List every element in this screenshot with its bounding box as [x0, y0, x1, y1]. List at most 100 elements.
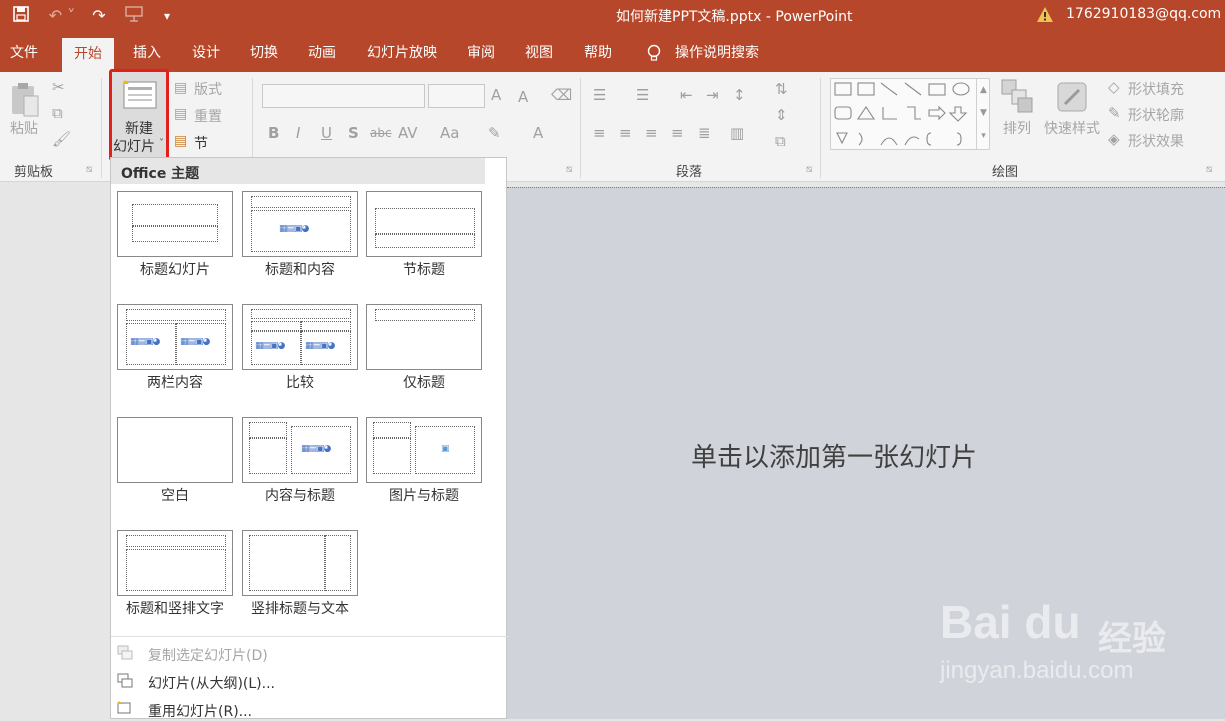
watermark-logo: Bai du	[940, 596, 1081, 648]
content-icons: ▦▤▣◕	[180, 337, 210, 347]
increase-indent-icon[interactable]: ⇥	[706, 86, 719, 104]
cut-icon[interactable]: ✂	[52, 78, 65, 96]
numbering-icon[interactable]: ☰	[636, 86, 649, 104]
dialog-launcher-icon[interactable]: ⧅	[806, 164, 812, 175]
arrange-icon[interactable]	[1000, 78, 1034, 118]
tab-design[interactable]: 设计	[192, 42, 220, 64]
shape-fill-button[interactable]: 形状填充	[1128, 79, 1184, 99]
decrease-indent-icon[interactable]: ⇤	[680, 86, 693, 104]
strikethrough-icon[interactable]: abc	[370, 126, 392, 140]
font-color-icon[interactable]: A	[533, 124, 543, 142]
layout-button[interactable]: 版式	[194, 79, 222, 99]
paste-icon[interactable]	[8, 80, 42, 120]
reuse-icon	[117, 701, 133, 717]
shapes-gallery[interactable]: ▲ ▼ ▾	[830, 78, 990, 150]
reset-button[interactable]: 重置	[194, 106, 222, 126]
justify-icon[interactable]: ≡	[671, 124, 684, 142]
underline-icon[interactable]: U	[321, 124, 332, 142]
slides-from-outline-item[interactable]: 幻灯片(从大纲)(L)...	[111, 671, 508, 693]
quick-styles-button[interactable]: 快速样式	[1044, 118, 1100, 138]
bold-icon[interactable]: B	[268, 124, 279, 142]
dialog-launcher-icon[interactable]: ⧅	[86, 164, 92, 175]
tab-transitions[interactable]: 切换	[250, 42, 278, 64]
shadow-icon[interactable]: S	[348, 124, 359, 142]
tab-insert[interactable]: 插入	[133, 42, 161, 64]
clipboard-group-label: 剪贴板	[14, 165, 54, 180]
customize-qat-icon[interactable]: ▾	[160, 5, 174, 27]
reuse-slides-item[interactable]: 重用幻灯片(R)...	[111, 699, 508, 721]
char-spacing-icon[interactable]: AV	[398, 124, 418, 142]
tell-me-search[interactable]: 操作说明搜索	[675, 42, 759, 64]
duplicate-icon	[117, 645, 133, 661]
warning-icon[interactable]	[1036, 6, 1054, 24]
change-case-icon[interactable]: Aa	[440, 124, 459, 142]
format-painter-icon[interactable]: 🖌	[52, 130, 71, 148]
placeholder-text: 单击以添加第一张幻灯片	[691, 443, 978, 473]
content-icons: ▦▤▣◕	[255, 341, 285, 351]
thumbnail-pane	[0, 183, 110, 719]
group-divider	[101, 78, 102, 178]
layout-name: 图片与标题	[389, 488, 459, 504]
reuse-label: 重用幻灯片(R)...	[148, 704, 253, 720]
shape-effects-icon: ◈	[1108, 130, 1120, 148]
group-divider	[580, 78, 581, 178]
smartart-icon[interactable]: ⧉	[775, 132, 786, 150]
layout-name: 竖排标题与文本	[251, 601, 349, 617]
dialog-launcher-icon[interactable]: ⧅	[566, 164, 572, 175]
italic-icon[interactable]: I	[296, 124, 300, 142]
new-slide-button[interactable]: 新建 幻灯片 ˅	[109, 69, 169, 161]
layout-thumbnail: ▣	[366, 417, 482, 483]
tab-view[interactable]: 视图	[525, 42, 553, 64]
align-left-icon[interactable]: ≡	[593, 124, 606, 142]
section-button[interactable]: 节	[194, 133, 208, 153]
copy-icon[interactable]: ⧉	[52, 104, 63, 122]
tab-animations[interactable]: 动画	[308, 42, 336, 64]
shape-outline-button[interactable]: 形状轮廓	[1128, 105, 1184, 125]
distribute-icon[interactable]: ≣	[698, 124, 711, 142]
layout-name: 比较	[286, 375, 314, 391]
tab-help[interactable]: 帮助	[584, 42, 612, 64]
duplicate-label: 复制选定幻灯片(D)	[148, 648, 268, 664]
content-icons: ▦▤▣◕	[301, 444, 331, 454]
undo-icon[interactable]: ↶ ˅	[46, 5, 78, 27]
gallery-scroll[interactable]: ▲ ▼ ▾	[976, 79, 990, 149]
present-icon[interactable]	[122, 5, 146, 27]
layout-thumbnail	[366, 191, 482, 257]
save-icon[interactable]	[10, 5, 32, 27]
font-size-select[interactable]	[428, 84, 485, 108]
text-direction-icon[interactable]: ⇅	[775, 80, 788, 98]
align-center-icon[interactable]: ≡	[619, 124, 632, 142]
layout-thumbnail	[242, 530, 358, 596]
outline-icon	[117, 673, 133, 689]
columns-icon[interactable]: ▥	[730, 124, 744, 142]
duplicate-slides-item[interactable]: 复制选定幻灯片(D)	[111, 643, 508, 665]
quick-styles-icon[interactable]	[1055, 80, 1089, 118]
highlight-icon[interactable]: ✎	[488, 124, 501, 142]
tab-file[interactable]: 文件	[10, 42, 38, 64]
line-spacing-icon[interactable]: ↕	[733, 86, 746, 104]
align-text-icon[interactable]: ⇕	[775, 106, 788, 124]
tab-home[interactable]: 开始	[62, 38, 114, 72]
layout-name: 仅标题	[403, 375, 445, 391]
tab-review[interactable]: 审阅	[467, 42, 495, 64]
redo-icon[interactable]: ↷	[88, 5, 110, 27]
content-icons: ▦▤▣◕	[305, 341, 335, 351]
increase-font-icon[interactable]: A	[491, 86, 501, 104]
shape-effects-button[interactable]: 形状效果	[1128, 131, 1184, 151]
tab-slideshow[interactable]: 幻灯片放映	[367, 42, 437, 64]
layout-thumbnail	[117, 417, 233, 483]
layout-name: 内容与标题	[265, 488, 335, 504]
clear-format-icon[interactable]: ⌫	[551, 86, 572, 104]
account-name[interactable]: 1762910183@qq.com	[1066, 6, 1221, 22]
align-right-icon[interactable]: ≡	[645, 124, 658, 142]
dialog-launcher-icon[interactable]: ⧅	[1206, 164, 1212, 175]
new-slide-icon	[123, 80, 157, 110]
layout-thumbnail	[117, 530, 233, 596]
layout-name: 两栏内容	[147, 375, 203, 391]
font-family-select[interactable]	[262, 84, 425, 108]
layout-name: 标题和内容	[265, 262, 335, 278]
decrease-font-icon[interactable]: A	[518, 88, 528, 106]
arrange-button[interactable]: 排列	[1003, 118, 1031, 138]
bullets-icon[interactable]: ☰	[593, 86, 606, 104]
watermark-url: jingyan.baidu.com	[940, 657, 1134, 684]
